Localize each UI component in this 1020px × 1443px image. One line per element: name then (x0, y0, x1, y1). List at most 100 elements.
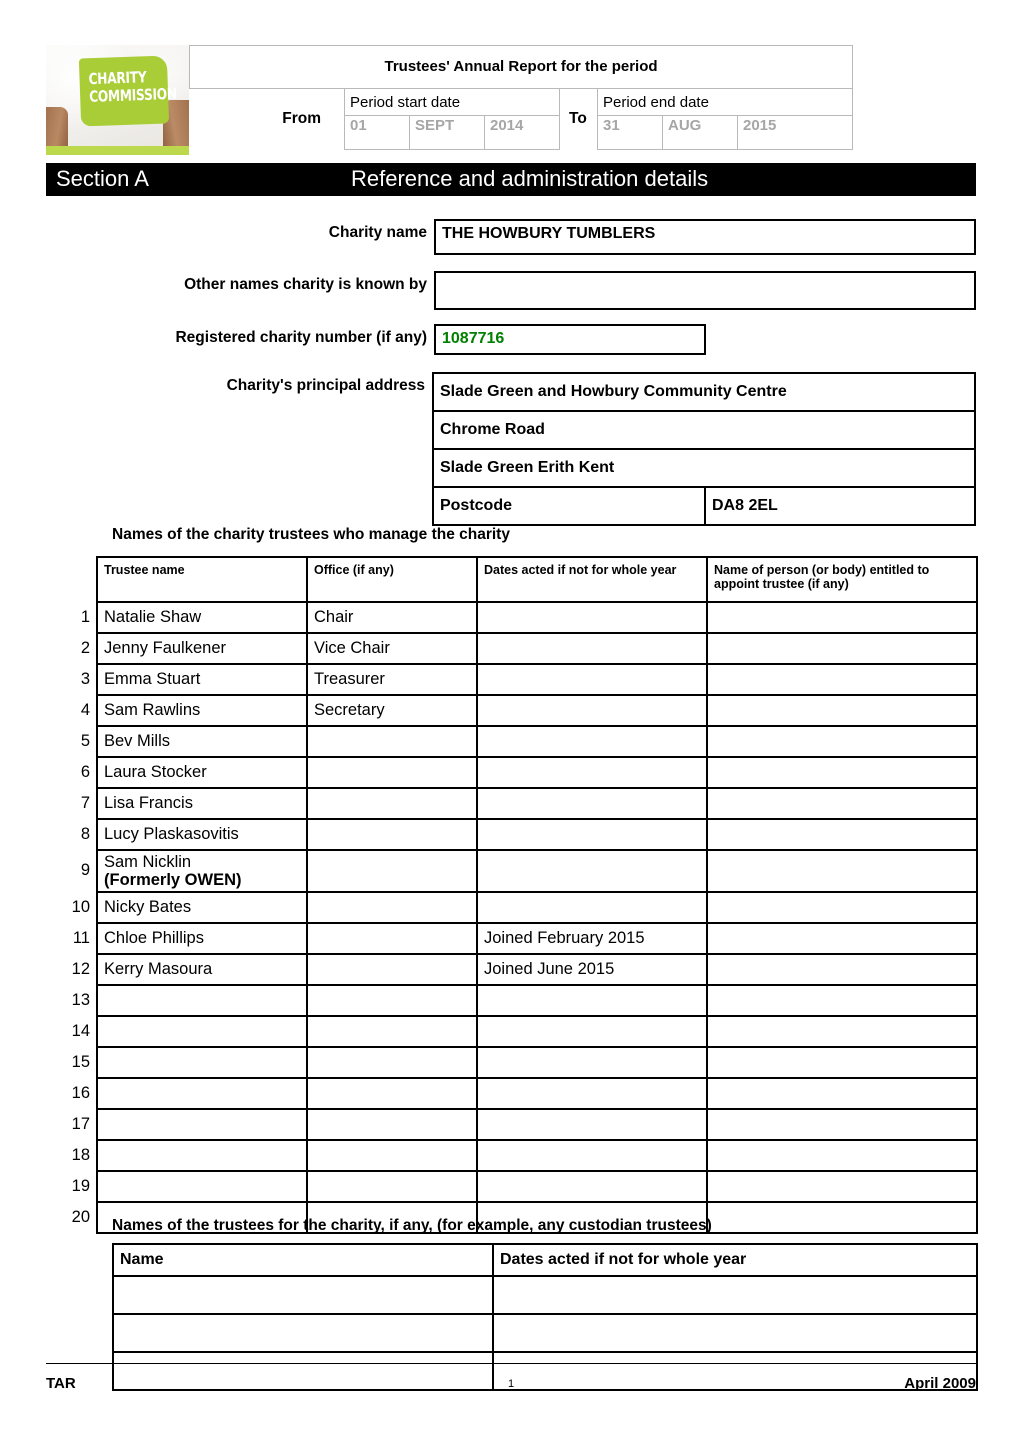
col-appointer: Name of person (or body) entitled to app… (706, 556, 978, 603)
cell-appointer[interactable] (706, 1015, 978, 1048)
cell-appointer[interactable] (706, 1170, 978, 1203)
cell-office[interactable] (306, 725, 478, 758)
cell-office[interactable]: Treasurer (306, 663, 478, 696)
cell-custodian-dates[interactable] (492, 1313, 978, 1353)
address-line-3[interactable]: Slade Green Erith Kent (431, 448, 977, 488)
cell-appointer[interactable] (706, 849, 978, 893)
cell-trustee-name[interactable] (96, 1139, 308, 1172)
cell-trustee-name[interactable] (96, 1108, 308, 1141)
cell-office[interactable] (306, 922, 478, 955)
cell-trustee-name[interactable]: Sam Nicklin (Formerly OWEN) (96, 849, 308, 893)
cell-office[interactable] (306, 1170, 478, 1203)
cell-dates-acted[interactable] (476, 787, 708, 820)
address-line-1[interactable]: Slade Green and Howbury Community Centre (431, 372, 977, 412)
cell-dates-acted[interactable] (476, 891, 708, 924)
cell-dates-acted[interactable] (476, 756, 708, 789)
cell-office[interactable]: Vice Chair (306, 632, 478, 665)
cell-office[interactable] (306, 891, 478, 924)
start-year-field[interactable]: 2014 (484, 115, 560, 150)
cell-appointer[interactable] (706, 725, 978, 758)
cell-dates-acted[interactable] (476, 601, 708, 634)
custodian-heading: Names of the trustees for the charity, i… (112, 1217, 712, 1234)
cell-dates-acted[interactable]: Joined June 2015 (476, 953, 708, 986)
cell-dates-acted[interactable]: Joined February 2015 (476, 922, 708, 955)
to-cell: To (560, 89, 598, 150)
cell-appointer[interactable] (706, 953, 978, 986)
cell-trustee-name[interactable]: Jenny Faulkener (96, 632, 308, 665)
cell-appointer[interactable] (706, 694, 978, 727)
end-day-field[interactable]: 31 (597, 115, 663, 150)
other-names-input[interactable] (434, 271, 976, 310)
cell-appointer[interactable] (706, 601, 978, 634)
cell-appointer[interactable] (706, 922, 978, 955)
cell-office[interactable] (306, 1077, 478, 1110)
cell-appointer[interactable] (706, 984, 978, 1017)
cell-dates-acted[interactable] (476, 694, 708, 727)
cell-appointer[interactable] (706, 756, 978, 789)
cell-appointer[interactable] (706, 1139, 978, 1172)
cell-custodian-name[interactable] (112, 1275, 494, 1315)
cell-appointer[interactable] (706, 818, 978, 851)
address-line-2[interactable]: Chrome Road (431, 410, 977, 450)
cell-appointer[interactable] (706, 663, 978, 696)
cell-trustee-name[interactable]: Kerry Masoura (96, 953, 308, 986)
cell-trustee-name[interactable]: Nicky Bates (96, 891, 308, 924)
cell-trustee-name[interactable] (96, 1170, 308, 1203)
cell-dates-acted[interactable] (476, 1108, 708, 1141)
cell-appointer[interactable] (706, 632, 978, 665)
cell-dates-acted[interactable] (476, 1170, 708, 1203)
cell-appointer[interactable] (706, 891, 978, 924)
cell-trustee-name[interactable]: Laura Stocker (96, 756, 308, 789)
cell-appointer[interactable] (706, 1201, 978, 1234)
cell-trustee-name[interactable]: Bev Mills (96, 725, 308, 758)
cell-appointer[interactable] (706, 1046, 978, 1079)
cell-dates-acted[interactable] (476, 1046, 708, 1079)
charity-number-row: Registered charity number (if any) 10877… (46, 324, 976, 355)
cell-dates-acted[interactable] (476, 663, 708, 696)
cell-trustee-name[interactable] (96, 1015, 308, 1048)
cell-office[interactable] (306, 756, 478, 789)
cell-trustee-name[interactable] (96, 1077, 308, 1110)
cell-trustee-name[interactable] (96, 1046, 308, 1079)
start-month-field[interactable]: SEPT (409, 115, 485, 150)
cell-office[interactable] (306, 1108, 478, 1141)
cell-office[interactable] (306, 1015, 478, 1048)
end-month-field[interactable]: AUG (662, 115, 738, 150)
cell-appointer[interactable] (706, 1077, 978, 1110)
cell-trustee-name[interactable]: Sam Rawlins (96, 694, 308, 727)
cell-appointer[interactable] (706, 787, 978, 820)
cell-office[interactable] (306, 787, 478, 820)
charity-number-input[interactable]: 1087716 (434, 324, 706, 355)
cell-dates-acted[interactable] (476, 984, 708, 1017)
cell-trustee-name[interactable]: Lucy Plaskasovitis (96, 818, 308, 851)
end-year-field[interactable]: 2015 (736, 115, 854, 150)
postcode-value[interactable]: DA8 2EL (703, 486, 977, 526)
cell-dates-acted[interactable] (476, 725, 708, 758)
charity-name-label: Charity name (328, 224, 427, 241)
cell-dates-acted[interactable] (476, 632, 708, 665)
cell-trustee-name[interactable]: Emma Stuart (96, 663, 308, 696)
start-day-field[interactable]: 01 (344, 115, 410, 150)
table-row (96, 1139, 978, 1172)
cell-office[interactable]: Secretary (306, 694, 478, 727)
cell-trustee-name[interactable]: Chloe Phillips (96, 922, 308, 955)
cell-office[interactable] (306, 1046, 478, 1079)
cell-appointer[interactable] (706, 1108, 978, 1141)
cell-dates-acted[interactable] (476, 849, 708, 893)
cell-office[interactable] (306, 849, 478, 893)
cell-dates-acted[interactable] (476, 818, 708, 851)
cell-trustee-name[interactable]: Natalie Shaw (96, 601, 308, 634)
cell-office[interactable] (306, 984, 478, 1017)
cell-trustee-name[interactable] (96, 984, 308, 1017)
cell-dates-acted[interactable] (476, 1015, 708, 1048)
cell-office[interactable] (306, 953, 478, 986)
cell-custodian-name[interactable] (112, 1313, 494, 1353)
cell-office[interactable] (306, 1139, 478, 1172)
cell-custodian-dates[interactable] (492, 1275, 978, 1315)
cell-office[interactable] (306, 818, 478, 851)
cell-dates-acted[interactable] (476, 1139, 708, 1172)
charity-name-input[interactable]: THE HOWBURY TUMBLERS (434, 219, 976, 255)
cell-trustee-name[interactable]: Lisa Francis (96, 787, 308, 820)
cell-office[interactable]: Chair (306, 601, 478, 634)
cell-dates-acted[interactable] (476, 1077, 708, 1110)
